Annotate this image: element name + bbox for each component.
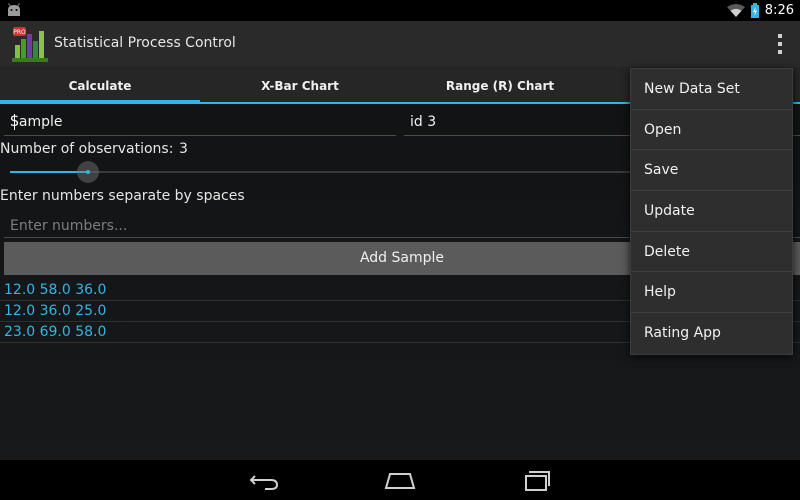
tab-calculate[interactable]: Calculate — [0, 67, 200, 104]
wifi-icon — [726, 3, 745, 17]
status-bar: 8:26 — [0, 0, 800, 21]
tab-range-chart[interactable]: Range (R) Chart — [400, 67, 600, 102]
tab-xbar-chart[interactable]: X-Bar Chart — [200, 67, 400, 102]
app-title: Statistical Process Control — [54, 35, 236, 51]
recents-icon[interactable] — [515, 468, 555, 492]
enter-numbers-label: Enter numbers separate by spaces — [0, 188, 245, 204]
home-icon[interactable] — [380, 468, 420, 492]
spc-pro-logo-icon[interactable]: PRO — [12, 25, 48, 63]
overflow-menu: New Data Set Open Save Update Delete Hel… — [630, 68, 793, 355]
overflow-menu-button[interactable] — [776, 34, 784, 54]
slider-thumb[interactable] — [77, 161, 99, 183]
observations-value: 3 — [179, 141, 188, 157]
back-icon[interactable] — [245, 468, 285, 492]
menu-item-new-data-set[interactable]: New Data Set — [631, 69, 792, 110]
menu-item-update[interactable]: Update — [631, 191, 792, 232]
menu-item-open[interactable]: Open — [631, 110, 792, 151]
navigation-bar — [0, 460, 800, 500]
overflow-menu-icon — [778, 34, 782, 38]
menu-item-help[interactable]: Help — [631, 272, 792, 314]
action-bar: PRO Statistical Process Control — [0, 21, 800, 67]
observations-label: Number of observations: — [0, 141, 174, 157]
battery-charging-icon — [750, 3, 759, 18]
sample-id-value: id 3 — [410, 114, 437, 130]
menu-item-delete[interactable]: Delete — [631, 232, 792, 273]
menu-item-save[interactable]: Save — [631, 150, 792, 192]
sample-name-value: Sample — [10, 114, 63, 130]
sample-name-field[interactable]: Sample — [4, 108, 396, 136]
text-cursor — [14, 114, 15, 130]
menu-item-rating-app[interactable]: Rating App — [631, 313, 792, 354]
android-debug-icon — [8, 3, 20, 16]
status-time: 8:26 — [764, 3, 794, 18]
svg-text:PRO: PRO — [13, 29, 26, 36]
